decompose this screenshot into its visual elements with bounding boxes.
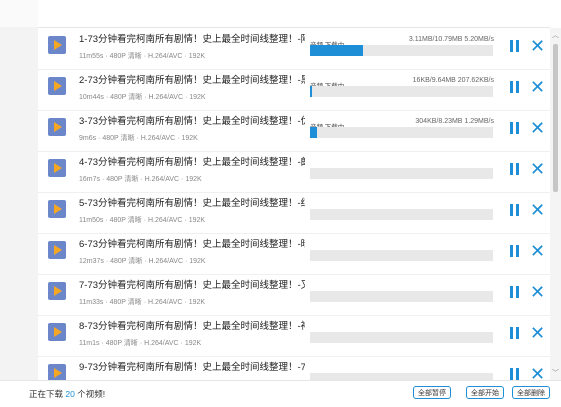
scroll-down-icon[interactable]: ﹀ [552, 368, 559, 378]
pause-icon[interactable] [510, 286, 520, 298]
footer-bar: 正在下载 20 个视频! 全部暂停 全部开始 全部删除 [0, 380, 561, 407]
video-title: 6-73分钟看完柯南所有剧情！史上最全时间线整理！-暗藏阴... [79, 239, 305, 250]
download-row[interactable]: 8-73分钟看完柯南所有剧情！史上最全时间线整理！-神秘人... 11m1s · … [38, 315, 550, 357]
video-thumbnail [48, 36, 66, 54]
close-icon[interactable]: ✕ [530, 242, 545, 260]
pause-icon[interactable] [510, 327, 520, 339]
video-meta: 11m55s · 480P 清晰 · H.264/AVC · 192K [79, 53, 206, 60]
video-thumbnail [48, 77, 66, 95]
video-thumbnail [48, 200, 66, 218]
close-icon[interactable]: ✕ [530, 160, 545, 178]
video-meta: 12m37s · 480P 清晰 · H.264/AVC · 192K [79, 258, 206, 265]
play-icon [54, 245, 62, 255]
play-icon [54, 368, 62, 378]
pause-icon[interactable] [510, 81, 520, 93]
video-meta: 16m7s · 480P 清晰 · H.264/AVC · 192K [79, 176, 202, 183]
download-stats: 304KB/8.23MB 1.29MB/s [415, 118, 494, 125]
video-title: 5-73分钟看完柯南所有剧情！史上最全时间线整理！-红与黑... [79, 198, 305, 209]
progress-bar [310, 127, 493, 138]
start-all-button[interactable]: 全部开始 [466, 386, 504, 399]
video-meta: 11m1s · 480P 清晰 · H.264/AVC · 192K [79, 340, 202, 347]
progress-bar [310, 332, 493, 343]
progress-fill [310, 86, 312, 97]
download-row[interactable]: 3-73分钟看完柯南所有剧情！史上最全时间线整理！-优作有... 9m6s · 4… [38, 110, 550, 152]
play-icon [54, 81, 62, 91]
play-icon [54, 122, 62, 132]
download-count-prefix: 正在下载 [29, 389, 64, 399]
progress-bar [310, 86, 493, 97]
video-title: 9-73分钟看完柯南所有剧情！史上最全时间线整理！-73分钟... [79, 362, 305, 373]
close-icon[interactable]: ✕ [530, 201, 545, 219]
scroll-up-icon[interactable]: ︿ [552, 30, 559, 40]
window-margin-top [0, 0, 38, 27]
play-icon [54, 204, 62, 214]
video-thumbnail [48, 159, 66, 177]
pause-icon[interactable] [510, 40, 520, 52]
progress-bar [310, 291, 493, 302]
video-meta: 9m6s · 480P 清晰 · H.264/AVC · 192K [79, 135, 198, 142]
close-icon[interactable]: ✕ [530, 119, 545, 137]
video-title: 2-73分钟看完柯南所有剧情！史上最全时间线整理！-黑衣组... [79, 75, 305, 86]
download-row[interactable]: 5-73分钟看完柯南所有剧情！史上最全时间线整理！-红与黑... 11m50s ·… [38, 192, 550, 234]
play-icon [54, 163, 62, 173]
download-count-number: 20 [65, 389, 75, 399]
download-row[interactable]: 7-73分钟看完柯南所有剧情！史上最全时间线整理！-又一个... 11m33s ·… [38, 274, 550, 316]
progress-bar [310, 250, 493, 261]
video-thumbnail [48, 364, 66, 380]
progress-bar [310, 45, 493, 56]
download-row[interactable]: 6-73分钟看完柯南所有剧情！史上最全时间线整理！-暗藏阴... 12m37s ·… [38, 233, 550, 275]
progress-bar [310, 373, 493, 380]
progress-fill [310, 127, 318, 138]
pause-icon[interactable] [510, 368, 520, 380]
pause-all-button[interactable]: 全部暂停 [413, 386, 451, 399]
download-stats: 3.11MB/10.79MB 5.20MB/s [408, 36, 494, 43]
play-icon [54, 40, 62, 50]
video-title: 7-73分钟看完柯南所有剧情！史上最全时间线整理！-又一个... [79, 280, 305, 291]
download-stats: 16KB/9.64MB 207.62KB/s [412, 77, 494, 84]
close-icon[interactable]: ✕ [530, 78, 545, 96]
play-icon [54, 327, 62, 337]
left-panel-edge [0, 27, 38, 380]
close-icon[interactable]: ✕ [530, 324, 545, 342]
download-row[interactable]: 2-73分钟看完柯南所有剧情！史上最全时间线整理！-黑衣组... 10m44s ·… [38, 69, 550, 111]
video-thumbnail [48, 241, 66, 259]
close-icon[interactable]: ✕ [530, 365, 545, 380]
video-meta: 11m50s · 480P 清晰 · H.264/AVC · 192K [79, 217, 206, 224]
video-thumbnail [48, 323, 66, 341]
video-thumbnail [48, 118, 66, 136]
pause-icon[interactable] [510, 163, 520, 175]
pause-icon[interactable] [510, 122, 520, 134]
vertical-scrollbar[interactable]: ︿ ﹀ [550, 28, 561, 380]
play-icon [54, 286, 62, 296]
video-meta: 10m44s · 480P 清晰 · H.264/AVC · 192K [79, 94, 206, 101]
close-icon[interactable]: ✕ [530, 283, 545, 301]
video-title: 3-73分钟看完柯南所有剧情！史上最全时间线整理！-优作有... [79, 116, 305, 127]
video-thumbnail [48, 282, 66, 300]
pause-icon[interactable] [510, 245, 520, 257]
close-icon[interactable]: ✕ [530, 37, 545, 55]
progress-bar [310, 209, 493, 220]
progress-bar [310, 168, 493, 179]
video-title: 4-73分钟看完柯南所有剧情！史上最全时间线整理！-朗姆身... [79, 157, 305, 168]
scrollbar-thumb[interactable] [553, 44, 558, 192]
download-list: 1-73分钟看完柯南所有剧情！史上最全时间线整理！-阿笠博... 11m55s ·… [38, 28, 550, 380]
download-row[interactable]: 4-73分钟看完柯南所有剧情！史上最全时间线整理！-朗姆身... 16m7s · … [38, 151, 550, 193]
delete-all-button[interactable]: 全部删除 [512, 386, 550, 399]
download-row[interactable]: 9-73分钟看完柯南所有剧情！史上最全时间线整理！-73分钟... ✕ [38, 356, 550, 380]
video-meta: 11m33s · 480P 清晰 · H.264/AVC · 192K [79, 299, 206, 306]
video-title: 8-73分钟看完柯南所有剧情！史上最全时间线整理！-神秘人... [79, 321, 305, 332]
video-title: 1-73分钟看完柯南所有剧情！史上最全时间线整理！-阿笠博... [79, 34, 305, 45]
pause-icon[interactable] [510, 204, 520, 216]
download-row[interactable]: 1-73分钟看完柯南所有剧情！史上最全时间线整理！-阿笠博... 11m55s ·… [38, 28, 550, 70]
progress-fill [310, 45, 364, 56]
download-count-text: 正在下载 20 个视频! [29, 388, 105, 400]
download-count-suffix: 个视频! [77, 389, 106, 399]
